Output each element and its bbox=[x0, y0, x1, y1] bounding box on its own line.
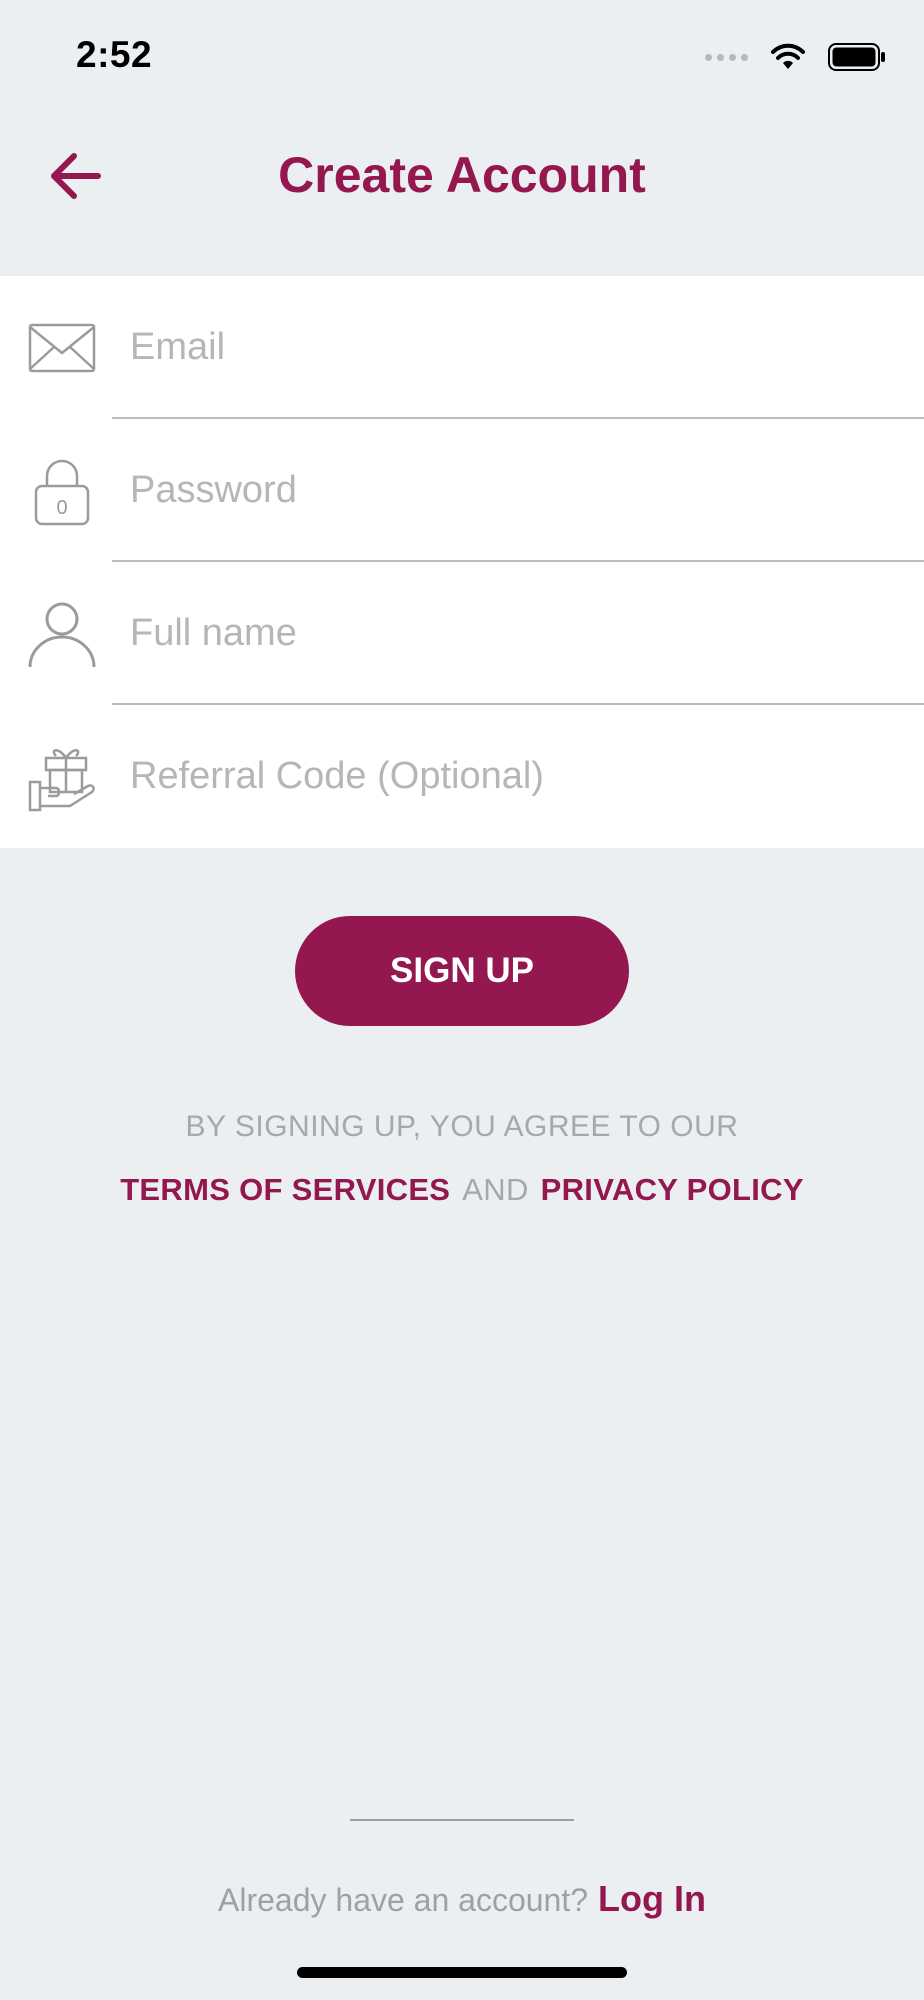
email-field-row bbox=[0, 276, 924, 418]
envelope-icon bbox=[28, 323, 96, 373]
gift-hand-icon bbox=[28, 749, 95, 812]
fullname-field-row bbox=[0, 562, 924, 704]
lock-icon: 0 bbox=[34, 459, 90, 526]
page-title: Create Account bbox=[278, 147, 646, 203]
signup-form: 0 bbox=[0, 276, 924, 848]
create-account-screen: 2:52 Create Account Email 0 Full name Re… bbox=[0, 0, 924, 2000]
terms-and-text: AND bbox=[462, 1172, 529, 1207]
status-time: 2:52 bbox=[76, 34, 153, 75]
footer-divider bbox=[350, 1819, 574, 1821]
terms-of-services-link[interactable]: TERMS OF SERVICES bbox=[120, 1172, 450, 1207]
referral-field-row bbox=[0, 705, 924, 847]
wifi-icon bbox=[771, 43, 805, 69]
privacy-policy-link[interactable]: PRIVACY POLICY bbox=[541, 1172, 804, 1207]
status-icons bbox=[705, 38, 886, 76]
terms-links-row: TERMS OF SERVICES AND PRIVACY POLICY bbox=[0, 1172, 924, 1208]
password-field-row: 0 bbox=[0, 419, 924, 561]
cellular-signal-icon bbox=[705, 53, 748, 61]
email-input[interactable] bbox=[130, 314, 910, 380]
full-name-input[interactable] bbox=[130, 600, 910, 666]
login-prompt-row: Already have an account? Log In bbox=[0, 1878, 924, 1920]
home-indicator bbox=[297, 1967, 627, 1978]
sign-up-button[interactable]: SIGN UP bbox=[295, 916, 629, 1026]
log-in-link[interactable]: Log In bbox=[598, 1878, 706, 1919]
login-prompt: Already have an account? bbox=[218, 1882, 589, 1918]
terms-intro: BY SIGNING UP, YOU AGREE TO OUR bbox=[185, 1110, 739, 1143]
battery-icon bbox=[828, 43, 885, 71]
password-input[interactable] bbox=[130, 457, 910, 523]
svg-text:0: 0 bbox=[56, 497, 67, 519]
user-icon bbox=[28, 602, 96, 668]
referral-code-input[interactable] bbox=[130, 743, 910, 809]
